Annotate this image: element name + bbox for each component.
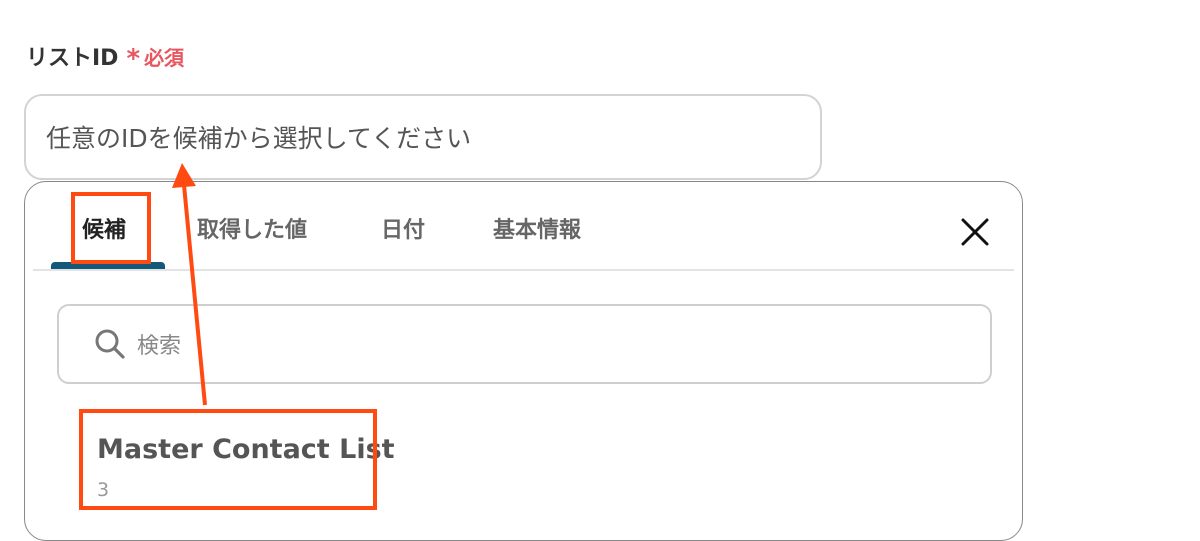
search-placeholder: 検索 bbox=[137, 334, 182, 359]
search-input[interactable]: 検索 bbox=[57, 304, 992, 384]
list-id-input[interactable]: 任意のIDを候補から選択してください bbox=[24, 94, 822, 180]
tab-bar: 候補 取得した値 日付 基本情報 bbox=[25, 182, 1022, 270]
field-label: リストID * 必須 bbox=[26, 40, 185, 74]
tab-candidates[interactable]: 候補 bbox=[82, 212, 126, 244]
active-tab-indicator bbox=[51, 262, 165, 269]
required-badge: 必須 bbox=[144, 45, 185, 70]
candidate-id: 3 bbox=[97, 479, 110, 501]
field-label-text: リストID bbox=[26, 46, 119, 71]
candidate-panel: 候補 取得した値 日付 基本情報 検索 Master Contact List … bbox=[24, 181, 1023, 541]
tab-date[interactable]: 日付 bbox=[381, 212, 425, 244]
search-icon bbox=[95, 329, 125, 359]
tab-divider bbox=[33, 269, 1014, 271]
candidate-title: Master Contact List bbox=[97, 434, 395, 465]
tab-retrieved-values[interactable]: 取得した値 bbox=[197, 212, 307, 244]
list-id-placeholder: 任意のIDを候補から選択してください bbox=[46, 124, 472, 153]
close-button[interactable] bbox=[959, 216, 991, 248]
required-asterisk: * bbox=[126, 44, 141, 74]
candidate-item[interactable]: Master Contact List 3 bbox=[97, 434, 395, 501]
tab-basic-info[interactable]: 基本情報 bbox=[493, 212, 581, 244]
close-icon bbox=[961, 218, 989, 246]
